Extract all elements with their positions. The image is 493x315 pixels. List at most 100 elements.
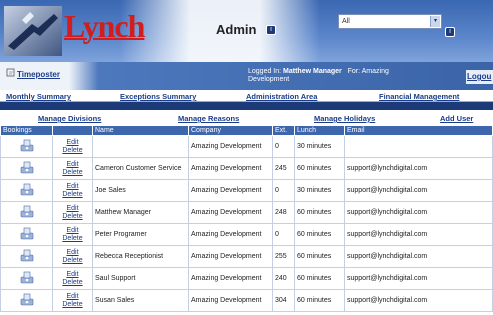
table-row: Edit Delete Matthew Manager Amazing Develop…: [0, 201, 493, 224]
delete-link[interactable]: Delete: [55, 191, 90, 199]
delete-link[interactable]: Delete: [55, 169, 90, 177]
table-row: Edit Delete Susan Sales Amazing Development…: [0, 289, 493, 312]
cell-company: Amazing Development: [188, 245, 273, 268]
cell-ext: 245: [272, 157, 295, 180]
table-header-row: Bookings Name Company Ext. Lunch Email: [0, 125, 493, 136]
cell-lunch: 60 minutes: [294, 223, 345, 246]
cell-name: Saul Support: [92, 267, 189, 290]
delete-link[interactable]: Delete: [55, 279, 90, 287]
cell-name: Cameron Customer Service: [92, 157, 189, 180]
nav-add-user[interactable]: Add User: [440, 114, 473, 123]
booking-cell: [0, 267, 53, 290]
cell-email: support@lynchdigital.com: [344, 201, 493, 224]
filter-select[interactable]: All ▾: [338, 14, 442, 29]
delete-link[interactable]: Delete: [55, 147, 90, 155]
nav-separator: [0, 102, 493, 110]
cell-company: Amazing Development: [188, 157, 273, 180]
users-table: Bookings Name Company Ext. Lunch Email E…: [0, 125, 493, 312]
edit-link[interactable]: Edit: [55, 293, 90, 301]
table-row: Edit Delete Amazing Development 0 30 minutes: [0, 135, 493, 158]
booking-cell: [0, 223, 53, 246]
row-actions: Edit Delete: [52, 289, 93, 312]
company-name: Development: [248, 76, 290, 83]
cell-lunch: 60 minutes: [294, 201, 345, 224]
bookings-icon[interactable]: [18, 292, 36, 306]
nav-exceptions-summary[interactable]: Exceptions Summary: [120, 92, 196, 101]
col-name: Name: [92, 125, 189, 136]
cell-ext: 0: [272, 223, 295, 246]
cell-ext: 240: [272, 267, 295, 290]
for-company: For: Amazing: [347, 68, 389, 75]
cell-lunch: 30 minutes: [294, 179, 345, 202]
nav-manage-divisions[interactable]: Manage Divisions: [38, 114, 101, 123]
cell-company: Amazing Development: [188, 179, 273, 202]
bookings-icon[interactable]: [18, 138, 36, 152]
col-actions: [52, 125, 93, 136]
row-actions: Edit Delete: [52, 179, 93, 202]
logout-link[interactable]: Logou: [466, 70, 493, 84]
delete-link[interactable]: Delete: [55, 235, 90, 243]
edit-link[interactable]: Edit: [55, 161, 90, 169]
cell-ext: 0: [272, 179, 295, 202]
clipboard-icon: [6, 68, 15, 77]
cell-ext: 304: [272, 289, 295, 312]
nav-administration-area[interactable]: Administration Area: [246, 92, 317, 101]
table-row: Edit Delete Saul Support Amazing Developmen…: [0, 267, 493, 290]
delete-link[interactable]: Delete: [55, 301, 90, 309]
edit-link[interactable]: Edit: [55, 249, 90, 257]
cell-email: support@lynchdigital.com: [344, 223, 493, 246]
booking-cell: [0, 201, 53, 224]
delete-link[interactable]: Delete: [55, 257, 90, 265]
edit-link[interactable]: Edit: [55, 271, 90, 279]
nav-monthly-summary[interactable]: Monthly Summary: [6, 92, 71, 101]
primary-nav: Monthly Summary Exceptions Summary Admin…: [0, 90, 493, 102]
cell-lunch: 60 minutes: [294, 267, 345, 290]
cell-email: [344, 135, 493, 158]
row-actions: Edit Delete: [52, 201, 93, 224]
logged-in-user: Matthew Manager: [283, 68, 342, 75]
bookings-icon[interactable]: [18, 160, 36, 174]
table-row: Edit Delete Peter Programer Amazing Develop…: [0, 223, 493, 246]
cell-email: support@lynchdigital.com: [344, 289, 493, 312]
col-ext: Ext.: [272, 125, 295, 136]
filter-select-value: All: [342, 18, 350, 25]
cell-name: Rebecca Receptionist: [92, 245, 189, 268]
bookings-icon[interactable]: [18, 226, 36, 240]
booking-cell: [0, 135, 53, 158]
row-actions: Edit Delete: [52, 223, 93, 246]
cell-email: support@lynchdigital.com: [344, 179, 493, 202]
chevron-down-icon[interactable]: ▾: [430, 16, 440, 27]
edit-link[interactable]: Edit: [55, 139, 90, 147]
cell-email: support@lynchdigital.com: [344, 157, 493, 180]
bookings-icon[interactable]: [18, 182, 36, 196]
logo-text[interactable]: Lynch: [64, 8, 145, 45]
col-lunch: Lunch: [294, 125, 345, 136]
edit-link[interactable]: Edit: [55, 205, 90, 213]
app-header: Lynch Admin i All ▾ i: [0, 0, 493, 62]
edit-link[interactable]: Edit: [55, 227, 90, 235]
cell-company: Amazing Development: [188, 201, 273, 224]
booking-cell: [0, 245, 53, 268]
bookings-icon[interactable]: [18, 270, 36, 284]
nav-manage-reasons[interactable]: Manage Reasons: [178, 114, 239, 123]
admin-info-button[interactable]: i: [266, 25, 276, 35]
row-actions: Edit Delete: [52, 157, 93, 180]
nav-financial-management[interactable]: Financial Management: [379, 92, 459, 101]
bookings-icon[interactable]: [18, 248, 36, 262]
delete-link[interactable]: Delete: [55, 213, 90, 221]
logged-in-label: Logged In:: [248, 68, 282, 75]
edit-link[interactable]: Edit: [55, 183, 90, 191]
cell-company: Amazing Development: [188, 223, 273, 246]
cell-name: Matthew Manager: [92, 201, 189, 224]
nav-manage-holidays[interactable]: Manage Holidays: [314, 114, 375, 123]
bookings-icon[interactable]: [18, 204, 36, 218]
lynch-logo-icon[interactable]: [4, 6, 62, 56]
cell-company: Amazing Development: [188, 289, 273, 312]
cell-email: support@lynchdigital.com: [344, 267, 493, 290]
logged-in-info: Logged In: Matthew Manager For: Amazing …: [248, 68, 428, 84]
cell-company: Amazing Development: [188, 135, 273, 158]
cell-ext: 255: [272, 245, 295, 268]
row-actions: Edit Delete: [52, 135, 93, 158]
go-button[interactable]: i: [445, 27, 455, 37]
timeposter-link[interactable]: Timeposter: [17, 70, 60, 79]
